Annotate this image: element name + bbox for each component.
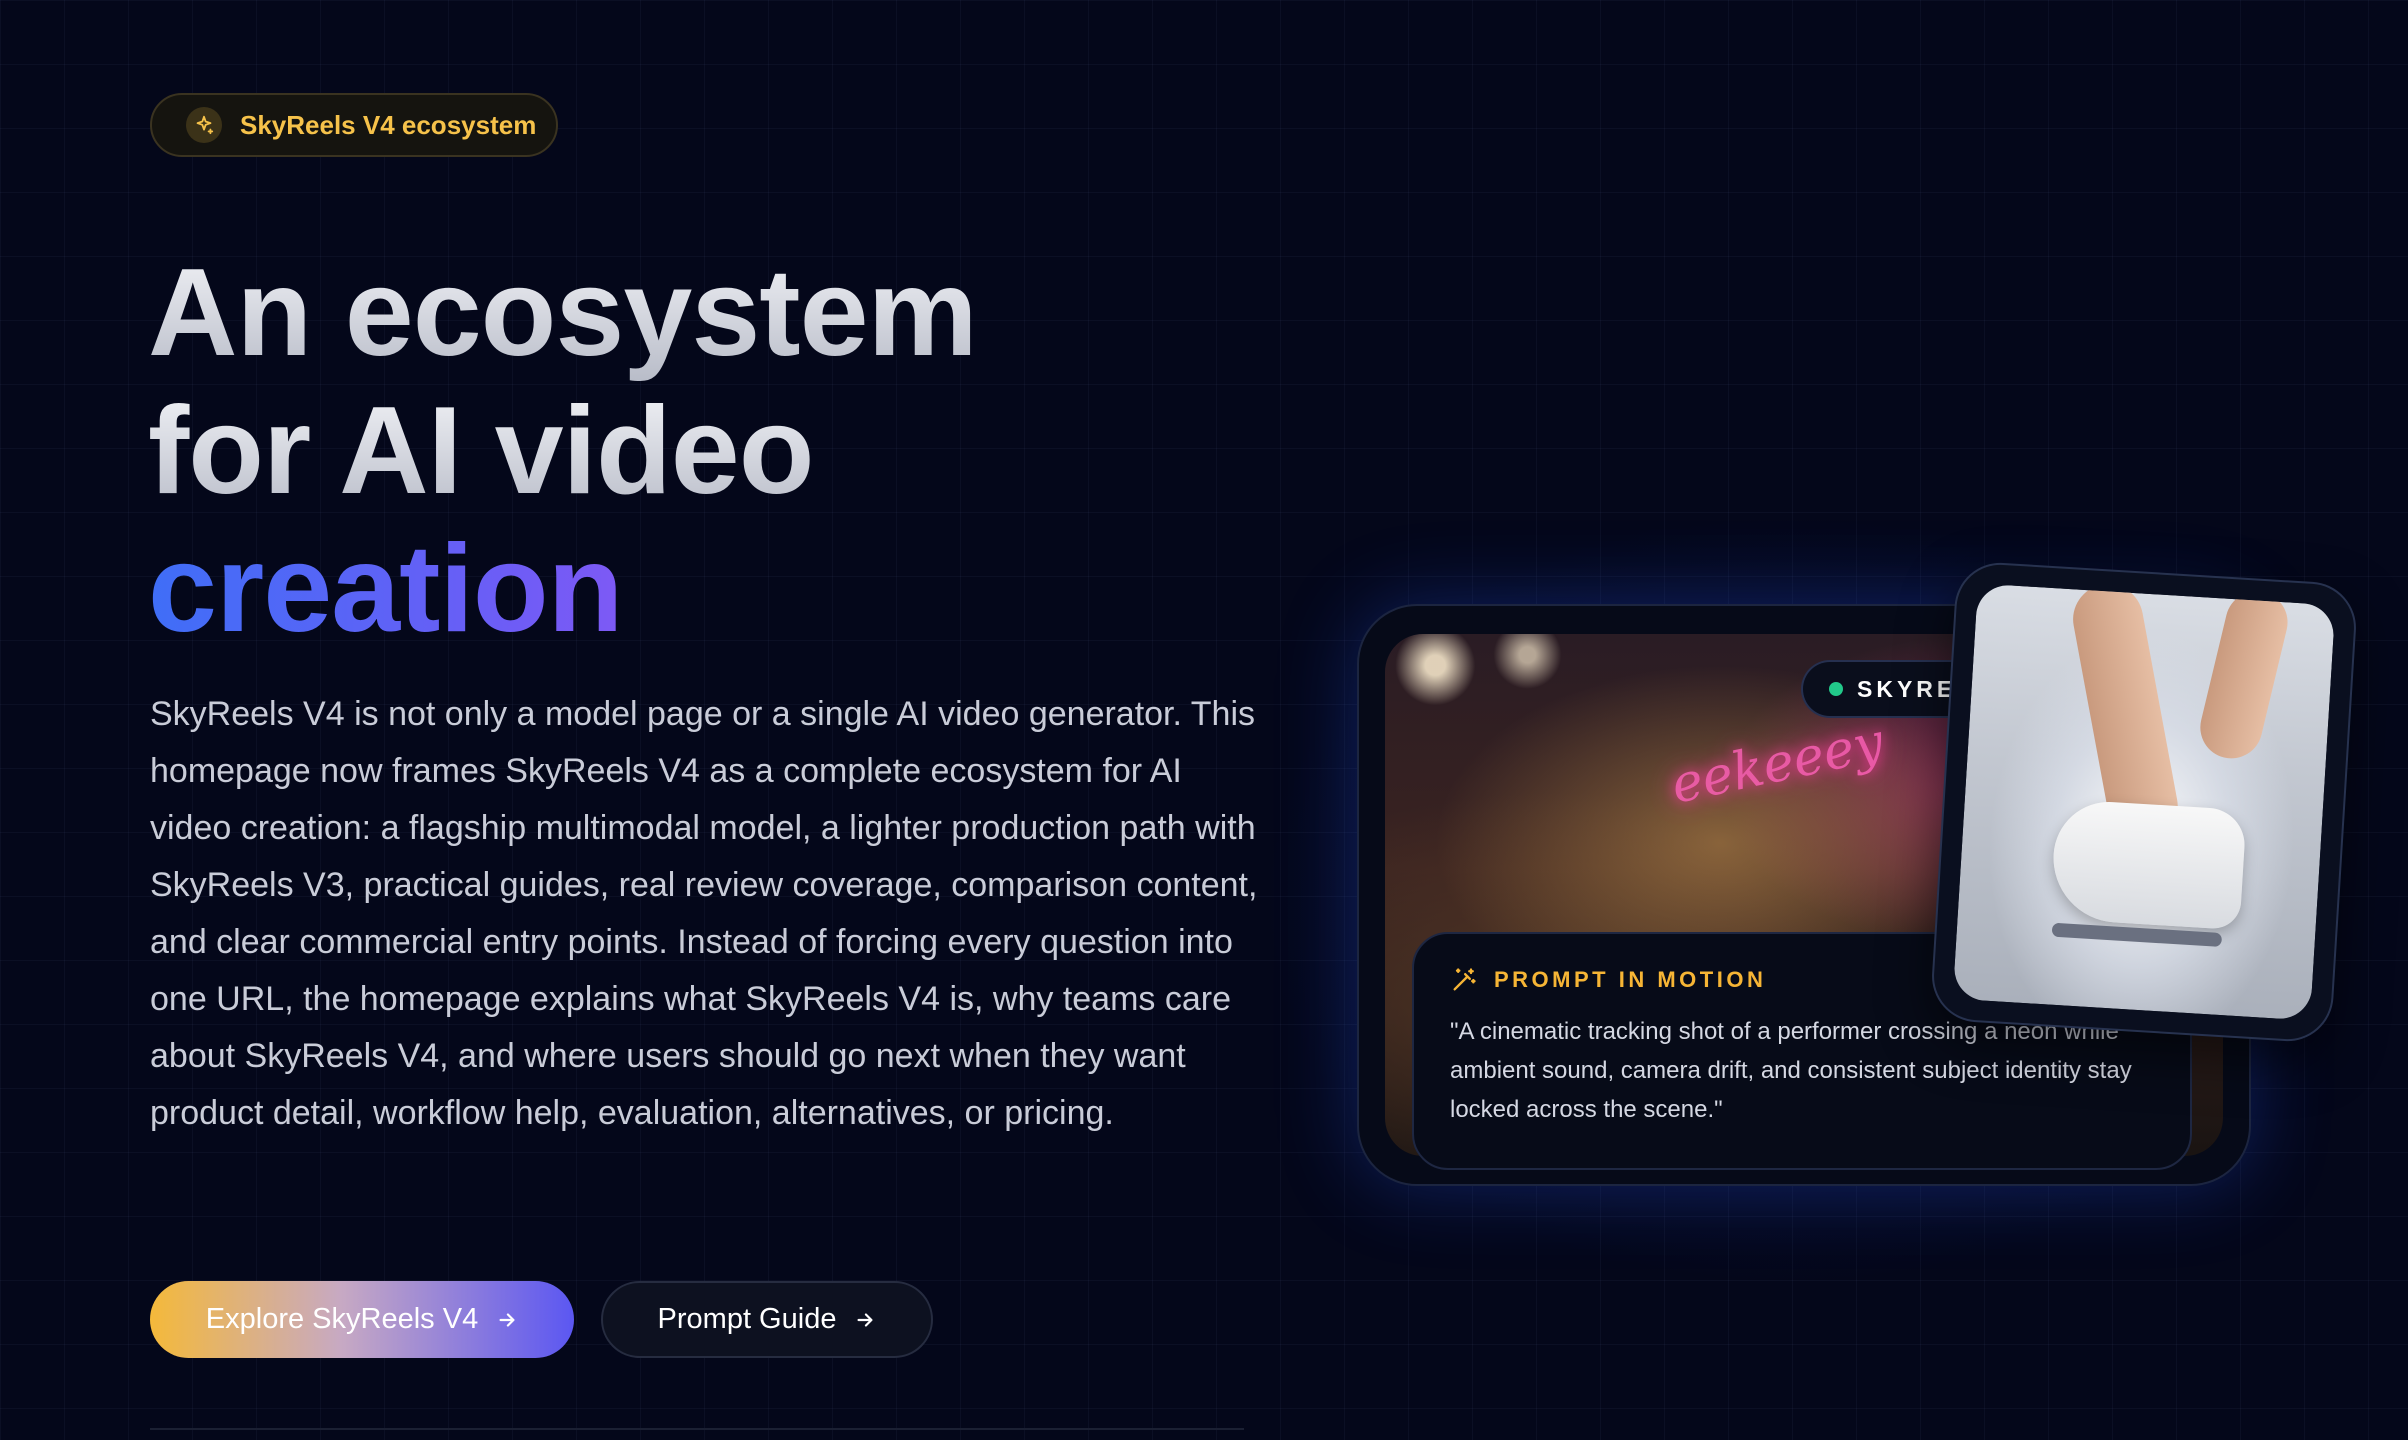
ecosystem-badge: SkyReels V4 ecosystem <box>150 93 558 157</box>
explore-skyreels-button[interactable]: Explore SkyReels V4 <box>150 1281 574 1358</box>
title-line-2: for AI video <box>148 382 977 520</box>
title-line-1: An ecosystem <box>148 244 978 382</box>
neon-sign-text: eekeeey <box>1666 712 1889 816</box>
prompt-guide-label: Prompt Guide <box>657 1303 837 1335</box>
skater-leg-right <box>2193 584 2294 765</box>
chip-label: SKYRE <box>1857 675 1957 702</box>
badge-label: SkyReels V4 ecosystem <box>240 109 537 140</box>
intro-paragraph: SkyReels V4 is not only a model page or … <box>150 695 1258 1132</box>
prompt-card-title: PROMPT IN MOTION <box>1494 967 1767 992</box>
title-line-3: creation <box>148 520 977 658</box>
section-divider <box>150 1428 1244 1430</box>
arrow-right-icon <box>496 1309 518 1331</box>
live-dot-icon <box>1829 682 1843 696</box>
skater-video-card[interactable] <box>1929 560 2359 1044</box>
arrow-right-icon <box>854 1309 876 1331</box>
prompt-guide-button[interactable]: Prompt Guide <box>601 1281 933 1358</box>
magic-wand-icon <box>1450 966 1478 994</box>
page-title: An ecosystem for AI video creation <box>148 244 978 658</box>
prompt-quote: "A cinematic tracking shot of a performe… <box>1450 1018 2132 1123</box>
explore-button-label: Explore SkyReels V4 <box>205 1303 479 1335</box>
skater-image <box>1952 583 2336 1021</box>
ice-skate <box>2049 798 2247 931</box>
sparkle-icon <box>186 107 222 143</box>
